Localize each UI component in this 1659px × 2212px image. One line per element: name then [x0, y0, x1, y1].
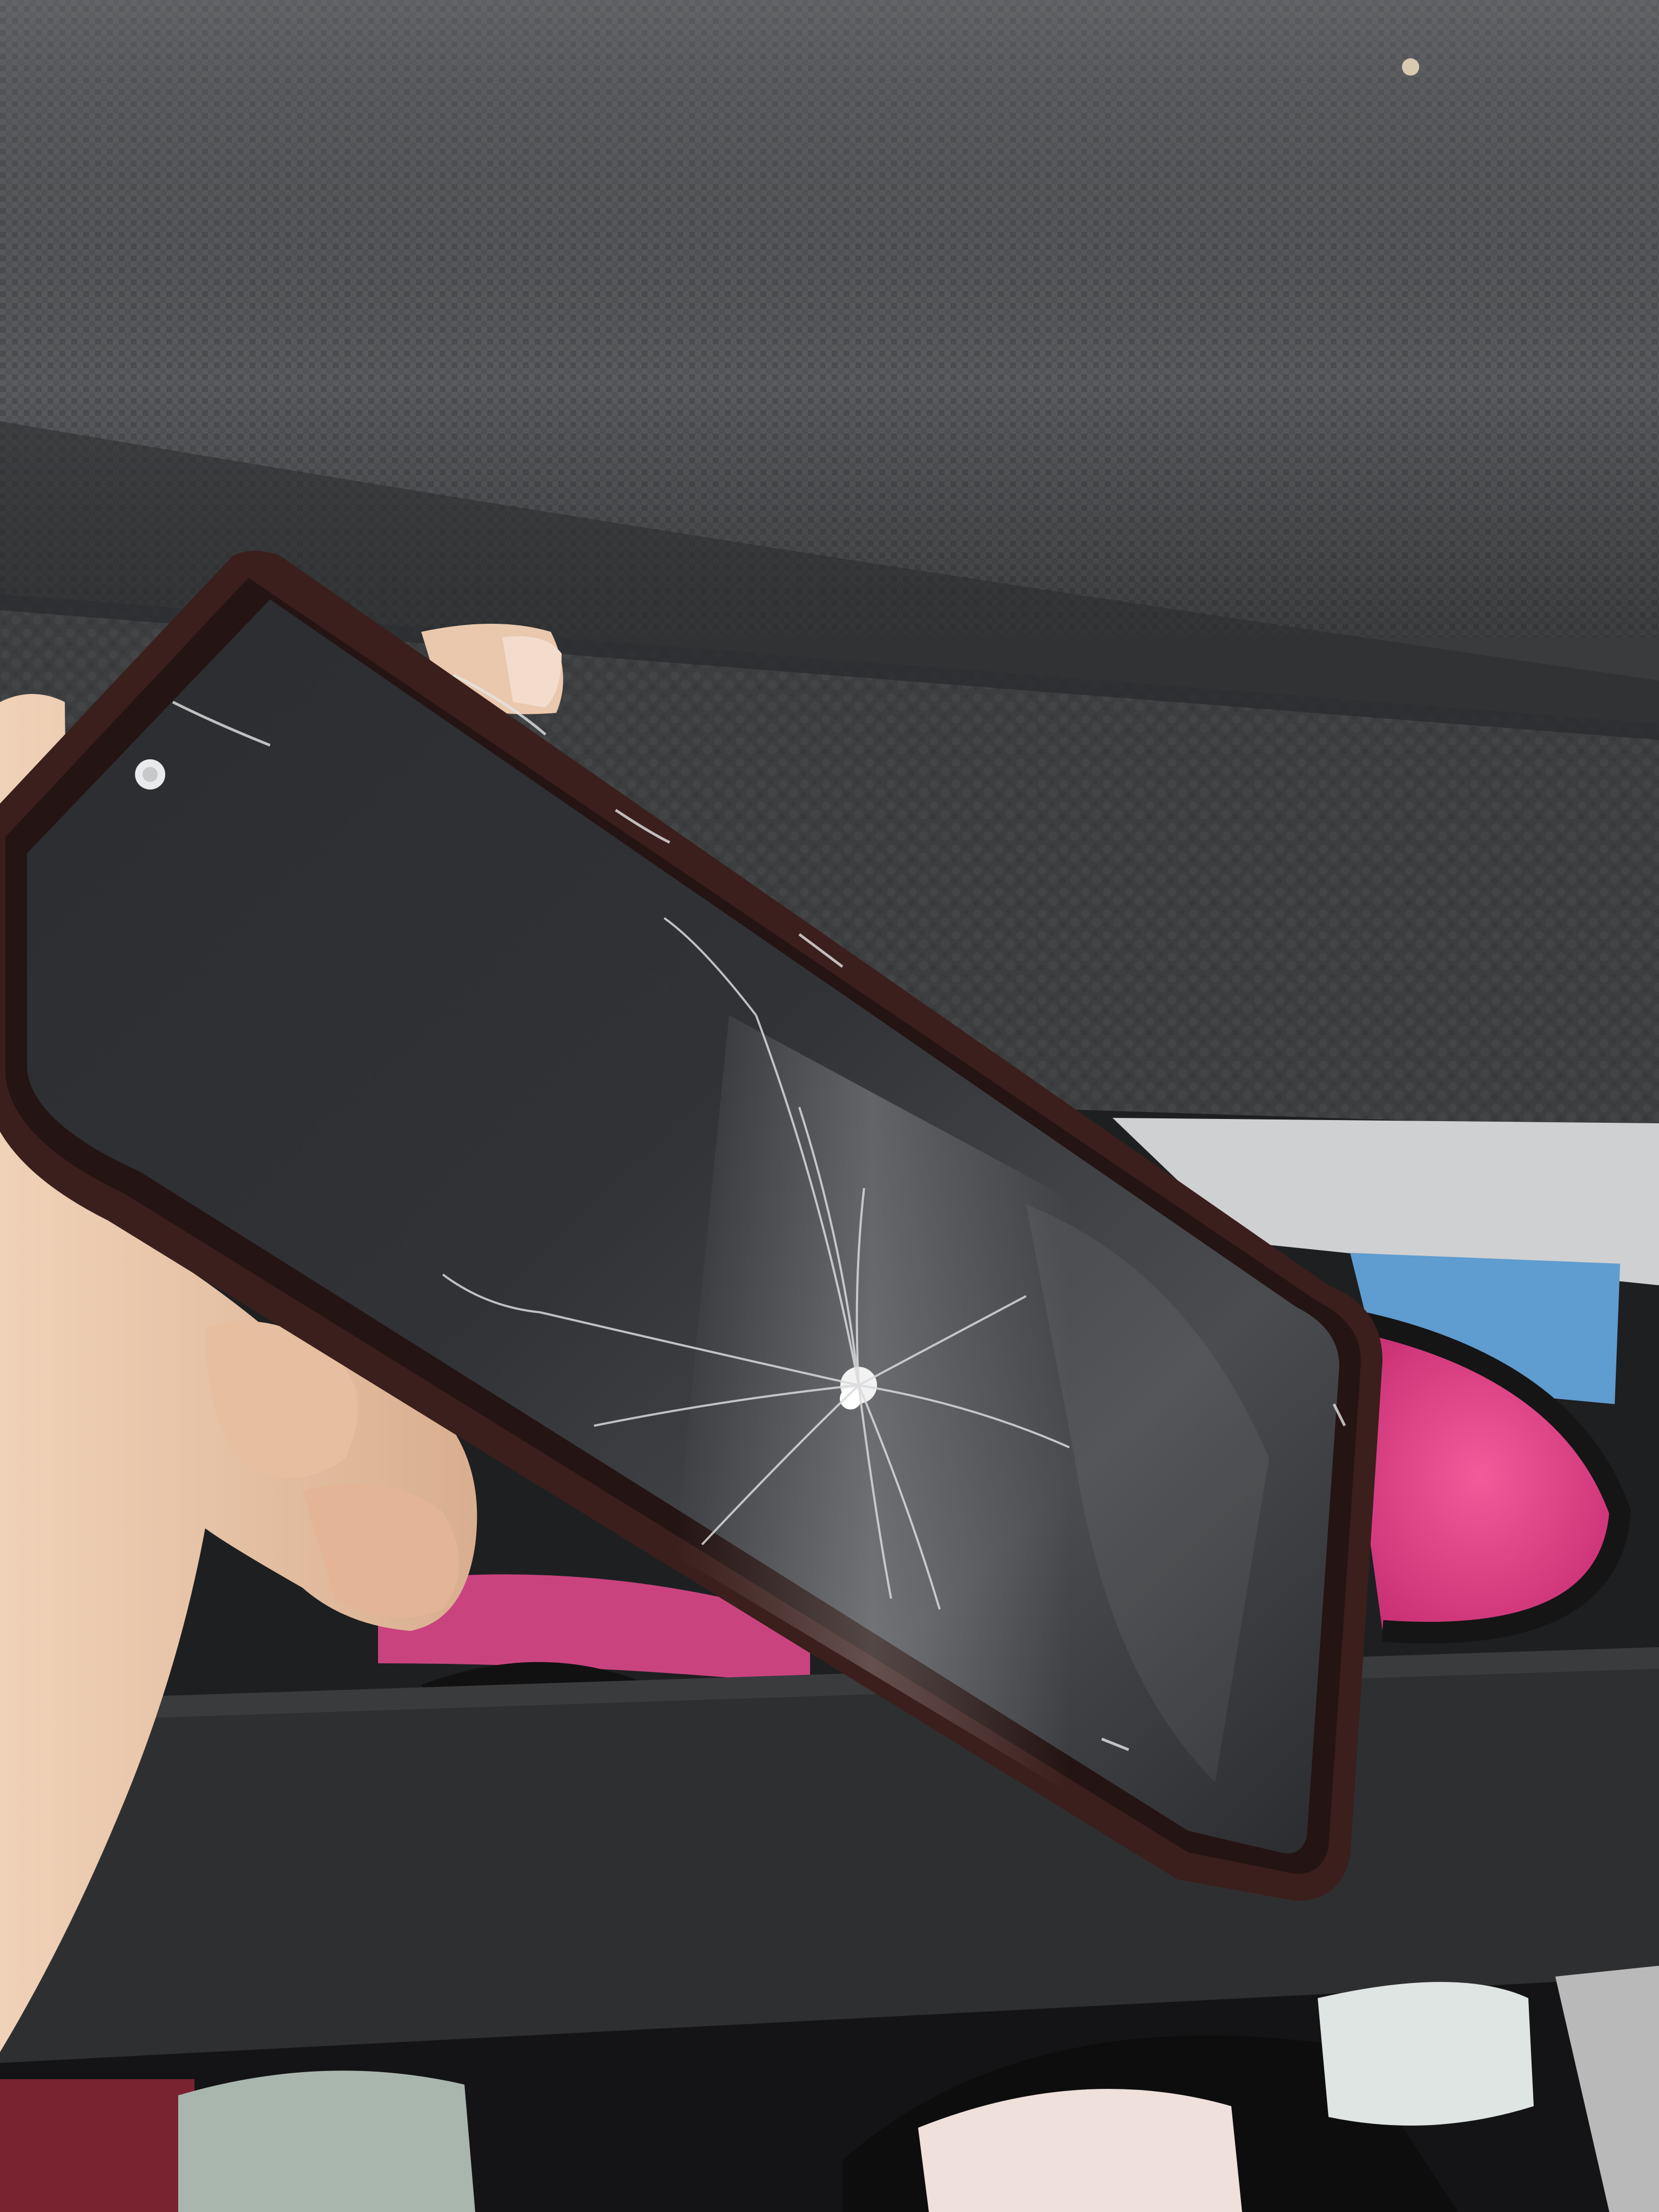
photo-scene	[0, 0, 1659, 2212]
cracked-phone-photo	[0, 0, 1659, 2212]
